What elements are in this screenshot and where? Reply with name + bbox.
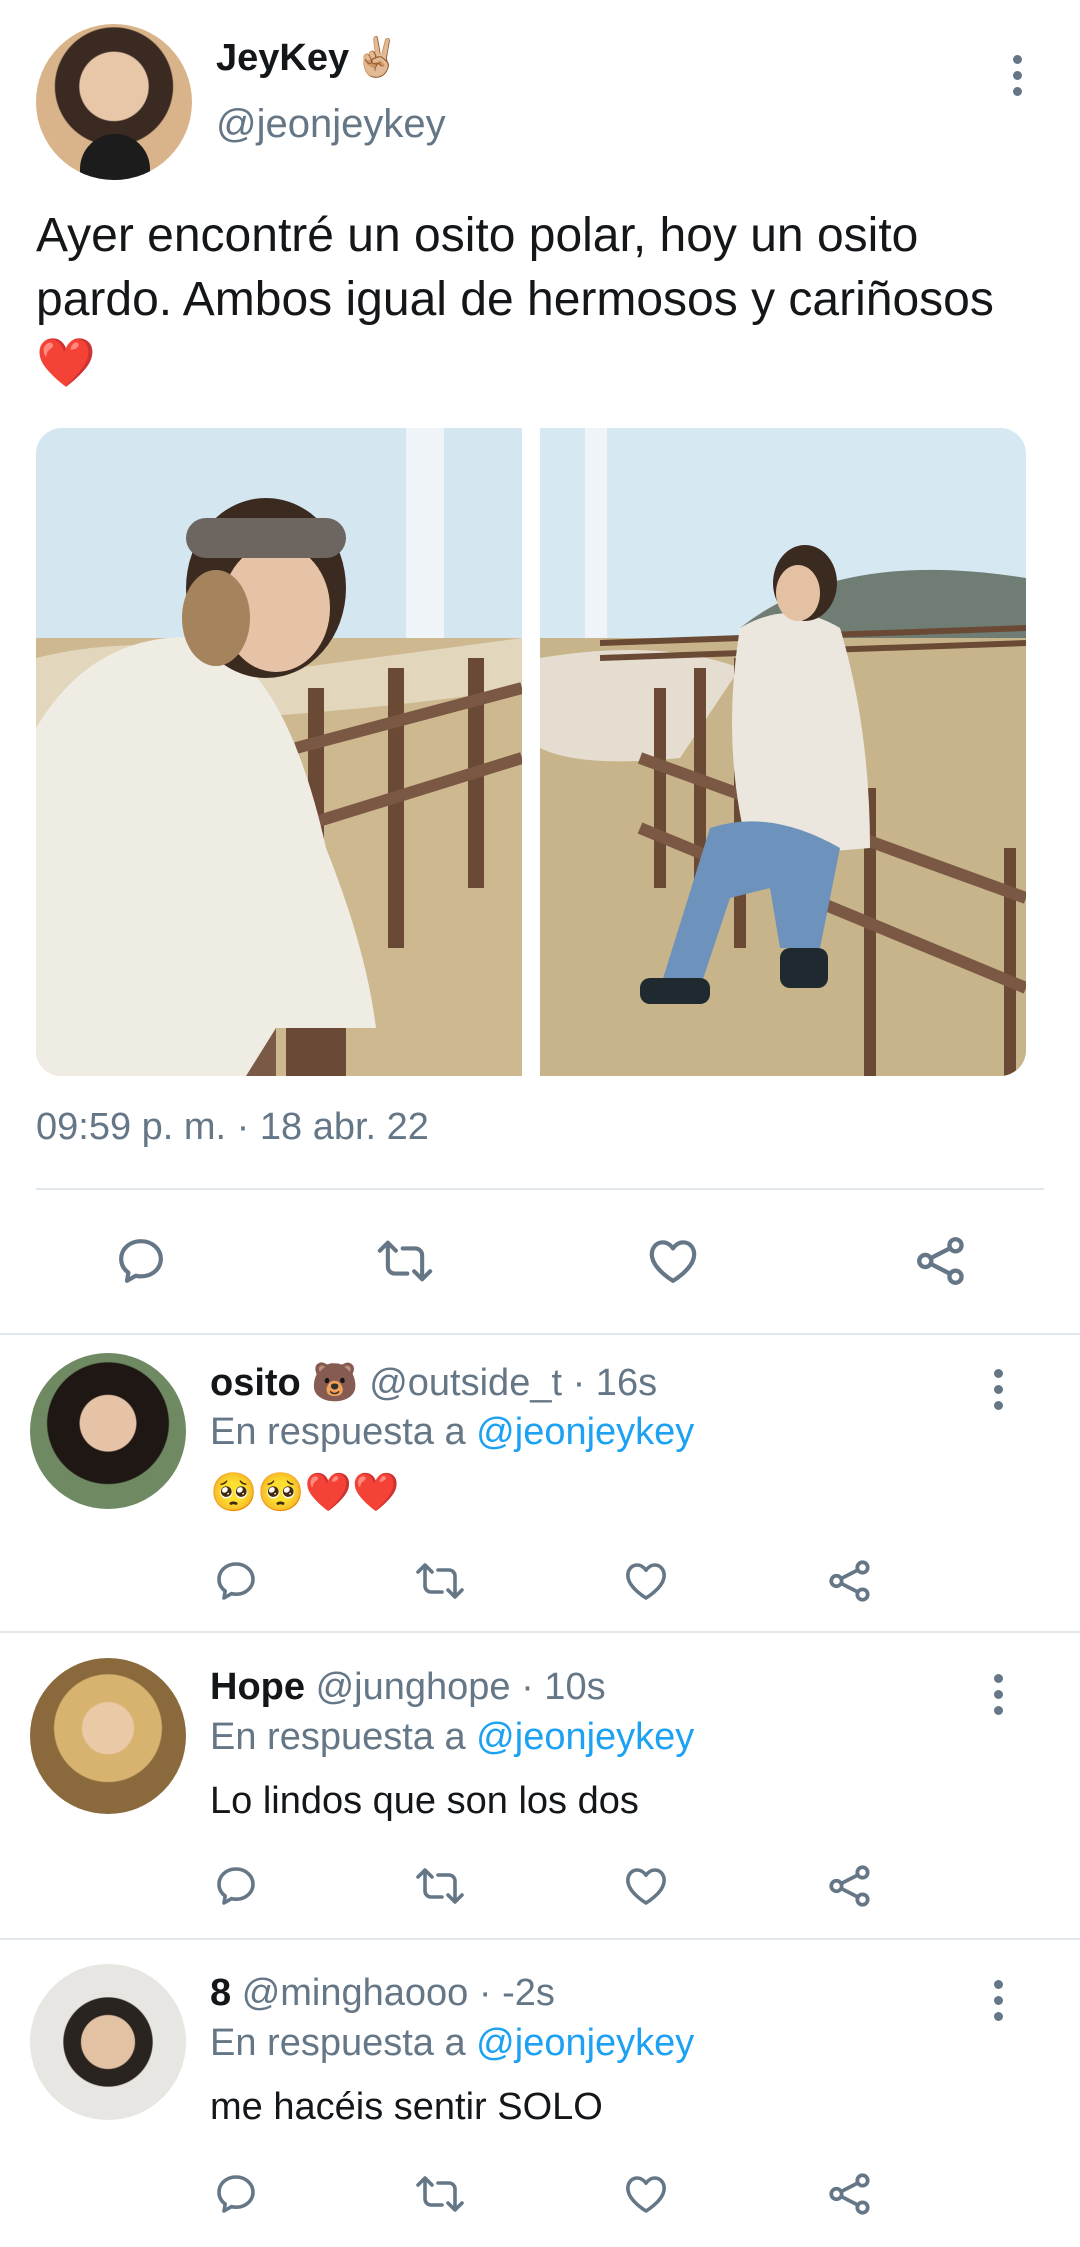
reply-header: osito 🐻 @outside_t · 16s	[210, 1361, 657, 1405]
reply-header: Hope @junghope · 10s	[210, 1666, 606, 1709]
reply-mention-link[interactable]: @jeonjeykey	[476, 1716, 694, 1758]
reply-avatar[interactable]	[30, 1964, 186, 2120]
like-button[interactable]	[632, 1226, 714, 1296]
reply-time: · -2s	[478, 1972, 555, 2014]
like-icon	[626, 2176, 666, 2213]
reply-icon	[119, 1239, 163, 1283]
more-options-icon[interactable]	[978, 1664, 1018, 1724]
retweet-icon	[416, 2176, 464, 2212]
reply-avatar[interactable]	[30, 1658, 186, 1814]
share-icon	[917, 1237, 964, 1285]
reply-mention-link[interactable]: @jeonjeykey	[476, 2022, 694, 2064]
more-options-icon[interactable]	[997, 45, 1037, 105]
like-button[interactable]	[618, 2166, 674, 2222]
reply-text: 🥺🥺❤️❤️	[210, 1472, 400, 1514]
like-icon	[626, 1563, 666, 1600]
reply-divider	[0, 1938, 1080, 1940]
more-options-icon[interactable]	[978, 1970, 1018, 2030]
reply-tweet[interactable]: osito 🐻 @outside_t · 16s En respuesta a …	[0, 1335, 1080, 1633]
retweet-button[interactable]	[364, 1226, 446, 1296]
share-button[interactable]	[822, 2166, 878, 2222]
share-button[interactable]	[900, 1226, 982, 1296]
share-icon	[829, 2173, 870, 2215]
reply-context: En respuesta a @jeonjeykey	[210, 1411, 694, 1454]
reply-button[interactable]	[208, 2166, 264, 2222]
like-button[interactable]	[618, 1553, 674, 1609]
timestamp-divider	[36, 1188, 1044, 1190]
tweet-timestamp: 09:59 p. m. · 18 abr. 22	[36, 1106, 429, 1148]
author-name[interactable]: JeyKey ✌🏼	[216, 36, 400, 80]
photo-left-illustration	[36, 428, 522, 1076]
reply-header: 8 @minghaooo · -2s	[210, 1972, 555, 2015]
reply-avatar[interactable]	[30, 1353, 186, 1509]
reply-author-handle[interactable]: @minghaooo	[242, 1972, 469, 2014]
retweet-icon	[377, 1240, 433, 1282]
retweet-icon	[416, 1563, 464, 1599]
retweet-button[interactable]	[408, 1553, 472, 1609]
reply-author-handle[interactable]: @junghope	[316, 1666, 511, 1708]
like-button[interactable]	[618, 1858, 674, 1914]
reply-divider	[0, 1631, 1080, 1633]
retweet-icon	[416, 1868, 464, 1904]
share-icon	[829, 1865, 870, 1907]
reply-icon	[217, 1562, 255, 1600]
author-name-text: JeyKey	[216, 37, 350, 79]
photo-right-illustration	[540, 428, 1026, 1076]
author-handle[interactable]: @jeonjeykey	[216, 102, 446, 147]
reply-tweet[interactable]: Hope @junghope · 10s En respuesta a @jeo…	[0, 1640, 1080, 1940]
share-button[interactable]	[822, 1858, 878, 1914]
reply-time: · 16s	[572, 1362, 658, 1404]
reply-author-name[interactable]: 8	[210, 1972, 231, 2014]
tweet-photo-right[interactable]	[540, 428, 1026, 1076]
reply-prefix: En respuesta a	[210, 1411, 466, 1453]
reply-mention-link[interactable]: @jeonjeykey	[476, 1411, 694, 1453]
reply-text: me hacéis sentir SOLO	[210, 2086, 603, 2128]
retweet-button[interactable]	[408, 1858, 472, 1914]
share-button[interactable]	[822, 1553, 878, 1609]
reply-button[interactable]	[208, 1858, 264, 1914]
reply-author-handle[interactable]: @outside_t	[369, 1362, 562, 1404]
reply-context: En respuesta a @jeonjeykey	[210, 2022, 694, 2065]
reply-button[interactable]	[100, 1226, 182, 1296]
like-icon	[626, 1868, 666, 1905]
reply-prefix: En respuesta a	[210, 1716, 466, 1758]
more-options-icon[interactable]	[978, 1359, 1018, 1419]
retweet-button[interactable]	[408, 2166, 472, 2222]
reply-author-name[interactable]: osito 🐻	[210, 1362, 359, 1404]
reply-tweet[interactable]: 8 @minghaooo · -2s En respuesta a @jeonj…	[0, 1946, 1080, 2247]
tweet-text: Ayer encontré un osito polar, hoy un osi…	[36, 209, 994, 390]
reply-button[interactable]	[208, 1553, 264, 1609]
reply-icon	[217, 2175, 255, 2213]
reply-icon	[217, 1867, 255, 1905]
author-emoji: ✌🏼	[353, 37, 401, 79]
like-icon	[649, 1240, 697, 1283]
tweet-photo-left[interactable]	[36, 428, 522, 1076]
author-avatar[interactable]	[36, 24, 192, 180]
reply-author-name[interactable]: Hope	[210, 1666, 305, 1708]
reply-time: · 10s	[521, 1666, 606, 1708]
reply-prefix: En respuesta a	[210, 2022, 466, 2064]
reply-context: En respuesta a @jeonjeykey	[210, 1716, 694, 1759]
reply-text: Lo lindos que son los dos	[210, 1780, 639, 1822]
share-icon	[829, 1560, 870, 1602]
